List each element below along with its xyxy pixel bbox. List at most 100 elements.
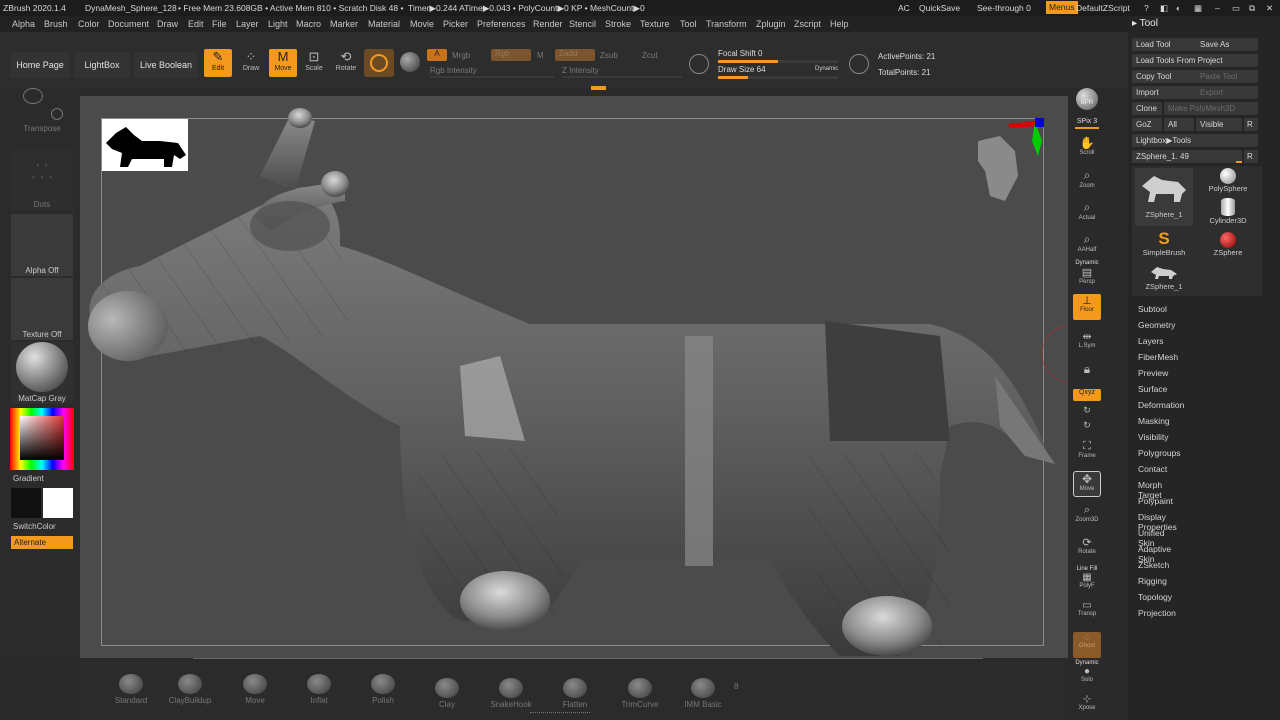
subpalette-topology[interactable]: Topology xyxy=(1138,592,1172,602)
color-picker[interactable] xyxy=(10,408,74,470)
rotate-z-icon[interactable]: ↻ xyxy=(1073,420,1101,432)
menu-picker[interactable]: Picker xyxy=(443,19,468,29)
zoom-button[interactable]: ⌕ Zoom xyxy=(1073,168,1101,194)
solo-button[interactable]: Dynamic ● Solo xyxy=(1073,660,1101,686)
save-as-button[interactable]: Save As xyxy=(1196,38,1258,51)
zadd-button[interactable]: Zadd xyxy=(555,49,595,61)
subpalette-preview[interactable]: Preview xyxy=(1138,368,1168,378)
current-tool-slider[interactable]: ZSphere_1. 49 xyxy=(1132,150,1242,163)
subpalette-masking[interactable]: Masking xyxy=(1138,416,1170,426)
stroke-dots-button[interactable]: · · · · · Dots xyxy=(11,150,73,210)
lsym-button[interactable]: ⇹ L.Sym xyxy=(1073,330,1101,356)
subpalette-deformation[interactable]: Deformation xyxy=(1138,400,1184,410)
lightbox-button[interactable]: LightBox xyxy=(74,52,130,78)
menu-tool[interactable]: Tool xyxy=(680,19,697,29)
menu-render[interactable]: Render xyxy=(533,19,563,29)
xpose-button[interactable]: ⊹ Xpose xyxy=(1073,694,1101,720)
menu-edit[interactable]: Edit xyxy=(188,19,204,29)
menu-zscript[interactable]: Zscript xyxy=(794,19,821,29)
ac-label[interactable]: AC xyxy=(898,3,910,13)
maximize-icon[interactable]: ⧉ xyxy=(1249,3,1255,14)
material-sphere-icon[interactable] xyxy=(400,52,420,72)
texture-button[interactable]: Texture Off xyxy=(11,278,73,340)
subpalette-rigging[interactable]: Rigging xyxy=(1138,576,1167,586)
menu-alpha[interactable]: Alpha xyxy=(12,19,35,29)
subpalette-surface[interactable]: Surface xyxy=(1138,384,1167,394)
help-icon[interactable]: ? xyxy=(1144,3,1149,13)
bpr-button[interactable]: BPR xyxy=(1073,88,1101,114)
subpalette-subtool[interactable]: Subtool xyxy=(1138,304,1167,314)
tool-thumb-zsphere1[interactable]: ZSphere_1 xyxy=(1135,168,1193,226)
alternate-button[interactable]: Alternate xyxy=(11,536,73,549)
menu-brush[interactable]: Brush xyxy=(44,19,68,29)
import-button[interactable]: Import xyxy=(1132,86,1196,99)
menu-document[interactable]: Document xyxy=(108,19,149,29)
zsub-button[interactable]: Zsub xyxy=(600,51,618,60)
theme-icon[interactable]: ◐ xyxy=(1176,3,1181,13)
brush-inflat[interactable]: Inflat xyxy=(284,674,354,705)
paste-tool-button[interactable]: Paste Tool xyxy=(1196,70,1258,83)
menu-file[interactable]: File xyxy=(212,19,227,29)
tool-thumb-polysphere[interactable]: PolySphere xyxy=(1198,168,1258,196)
focal-shift-slider[interactable]: Focal Shift 0 xyxy=(718,49,762,58)
subpalette-polypaint[interactable]: Polypaint xyxy=(1138,496,1173,506)
scale-button[interactable]: ⊡ Scale xyxy=(300,49,328,77)
nav-head-gizmo-icon[interactable] xyxy=(978,118,1044,201)
material-swatch-button[interactable] xyxy=(364,49,394,77)
brush-polish[interactable]: Polish xyxy=(348,674,418,705)
actual-button[interactable]: ⌕ Actual xyxy=(1073,200,1101,226)
live-boolean-button[interactable]: Live Boolean xyxy=(134,52,198,78)
edit-button[interactable]: ✎ Edit xyxy=(204,49,232,77)
brush-shelf-scroll[interactable] xyxy=(530,712,590,716)
copy-tool-button[interactable]: Copy Tool xyxy=(1132,70,1196,83)
home-page-button[interactable]: Home Page xyxy=(10,52,70,78)
subpalette-visibility[interactable]: Visibility xyxy=(1138,432,1169,442)
close-icon[interactable]: ✕ xyxy=(1266,3,1273,14)
menu-material[interactable]: Material xyxy=(368,19,400,29)
menu-draw[interactable]: Draw xyxy=(157,19,178,29)
menu-zplugin[interactable]: Zplugin xyxy=(756,19,786,29)
current-tool-r-button[interactable]: R xyxy=(1244,150,1258,163)
restore-icon[interactable]: ▭ xyxy=(1232,3,1240,14)
scroll-button[interactable]: ✋ Scroll xyxy=(1073,136,1101,162)
goz-r-button[interactable]: R xyxy=(1244,118,1258,131)
rgb-intensity-slider[interactable]: Rgb Intensity xyxy=(430,66,477,75)
menu-macro[interactable]: Macro xyxy=(296,19,321,29)
persp-button[interactable]: Dynamic ▤ Persp xyxy=(1073,260,1101,286)
draw-size-track[interactable] xyxy=(718,76,838,79)
menu-light[interactable]: Light xyxy=(268,19,288,29)
make-polymesh-button[interactable]: Make PolyMesh3D xyxy=(1164,102,1258,115)
brush-trimcurve[interactable]: TrimCurve xyxy=(605,678,675,709)
menu-transform[interactable]: Transform xyxy=(706,19,747,29)
brush-snakehook[interactable]: SnakeHook xyxy=(476,678,546,709)
switch-color-button[interactable]: SwitchColor xyxy=(13,522,56,531)
menu-color[interactable]: Color xyxy=(78,19,100,29)
goz-button[interactable]: GoZ xyxy=(1132,118,1162,131)
layout-icon[interactable]: ◧ xyxy=(1160,3,1168,14)
color-square[interactable] xyxy=(20,416,64,460)
frame-button[interactable]: ⛶ Frame xyxy=(1073,440,1101,466)
draw-button[interactable]: ⁘ Draw xyxy=(237,49,265,77)
rgb-intensity-track[interactable] xyxy=(430,76,554,78)
model-render[interactable] xyxy=(80,96,1068,658)
aahalf-button[interactable]: ⌕ AAHalf xyxy=(1073,232,1101,258)
grid-icon[interactable]: ▦ xyxy=(1194,3,1202,14)
lightbox-tools-button[interactable]: Lightbox▶Tools xyxy=(1132,134,1258,147)
zcut-button[interactable]: Zcut xyxy=(642,51,658,60)
menu-help[interactable]: Help xyxy=(830,19,849,29)
load-tool-button[interactable]: Load Tool xyxy=(1132,38,1196,51)
menu-layer[interactable]: Layer xyxy=(236,19,259,29)
menu-movie[interactable]: Movie xyxy=(410,19,434,29)
transp-button[interactable]: ▭ Transp xyxy=(1073,600,1101,626)
subpalette-zsketch[interactable]: ZSketch xyxy=(1138,560,1169,570)
z-intensity-slider[interactable]: Z Intensity xyxy=(562,66,599,75)
primary-color-swatch[interactable] xyxy=(11,488,41,518)
tool-thumb-simplebrush[interactable]: S SimpleBrush xyxy=(1135,230,1193,260)
focal-shift-track[interactable] xyxy=(718,60,838,63)
tool-thumb-zsphere1-small[interactable]: ZSphere_1 xyxy=(1135,264,1193,294)
move-view-button[interactable]: ✥ Move xyxy=(1073,471,1101,497)
rotate-y-icon[interactable]: ↻ xyxy=(1073,405,1101,417)
menu-texture[interactable]: Texture xyxy=(640,19,670,29)
focal-shift-icon[interactable] xyxy=(689,54,709,74)
tool-thumb-cylinder3d[interactable]: Cylinder3D xyxy=(1198,198,1258,228)
